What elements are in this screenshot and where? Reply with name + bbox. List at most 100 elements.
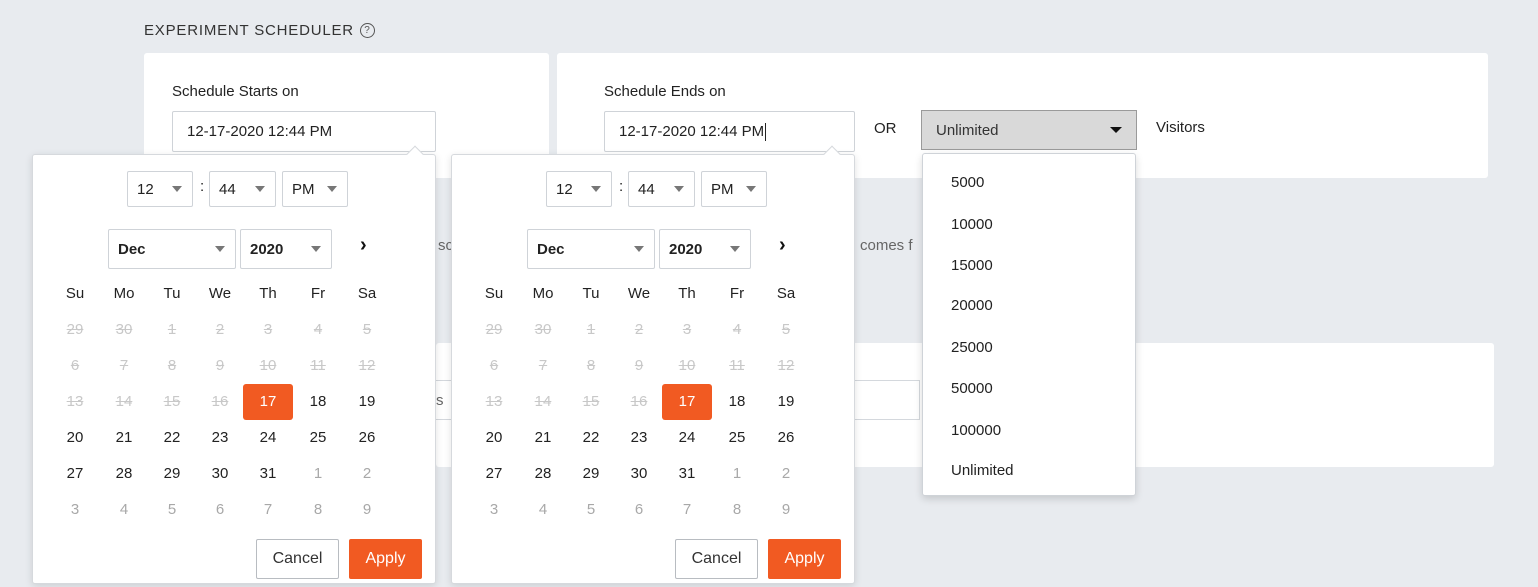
apply-button[interactable]: Apply: [768, 539, 841, 579]
hour-select[interactable]: 12: [546, 171, 612, 207]
calendar-day: 10: [259, 357, 277, 374]
calendar-day[interactable]: 8: [712, 492, 762, 528]
calendar-day[interactable]: 31: [243, 456, 293, 492]
calendar-day[interactable]: 23: [195, 420, 245, 456]
calendar-day[interactable]: 27: [469, 456, 519, 492]
calendar-day-selected[interactable]: 17: [243, 384, 293, 420]
end-date-picker: 12 : 44 PM Dec 2020 › Cancel Apply Su Mo T…: [451, 145, 855, 584]
or-label: OR: [874, 120, 897, 137]
calendar-day[interactable]: 21: [518, 420, 568, 456]
weekday-label: We: [627, 285, 651, 302]
visitors-option-25000[interactable]: 25000: [951, 339, 993, 356]
calendar-day[interactable]: 29: [147, 456, 197, 492]
calendar-day[interactable]: 8: [293, 492, 343, 528]
calendar-day[interactable]: 19: [342, 384, 392, 420]
calendar-day[interactable]: 23: [614, 420, 664, 456]
calendar-day[interactable]: 20: [469, 420, 519, 456]
calendar-day[interactable]: 28: [518, 456, 568, 492]
calendar-day: 6: [70, 357, 80, 374]
year-select[interactable]: 2020: [240, 229, 332, 269]
visitors-option-20000[interactable]: 20000: [951, 297, 993, 314]
year-select[interactable]: 2020: [659, 229, 751, 269]
start-label: Schedule Starts on: [172, 83, 299, 100]
ampm-select[interactable]: PM: [701, 171, 767, 207]
calendar-day[interactable]: 22: [566, 420, 616, 456]
calendar-day[interactable]: 30: [195, 456, 245, 492]
calendar-day[interactable]: 18: [293, 384, 343, 420]
calendar-day: 3: [263, 321, 273, 338]
ampm-value: PM: [292, 180, 315, 198]
calendar-day[interactable]: 27: [50, 456, 100, 492]
calendar-day[interactable]: 30: [614, 456, 664, 492]
apply-button[interactable]: Apply: [349, 539, 422, 579]
calendar-day[interactable]: 4: [518, 492, 568, 528]
weekday-label: Su: [484, 285, 504, 302]
month-select[interactable]: Dec: [108, 229, 236, 269]
calendar-day: 1: [586, 321, 596, 338]
calendar-day[interactable]: 9: [761, 492, 811, 528]
calendar-day[interactable]: 22: [147, 420, 197, 456]
cancel-button[interactable]: Cancel: [256, 539, 339, 579]
start-date-input[interactable]: 12-17-2020 12:44 PM: [172, 111, 436, 152]
calendar-day: 4: [313, 321, 323, 338]
calendar-day-selected[interactable]: 17: [662, 384, 712, 420]
calendar-day[interactable]: 25: [293, 420, 343, 456]
calendar-day[interactable]: 6: [195, 492, 245, 528]
calendar-day[interactable]: 24: [243, 420, 293, 456]
minute-value: 44: [219, 180, 236, 198]
calendar-day[interactable]: 4: [99, 492, 149, 528]
visitors-select[interactable]: Unlimited: [921, 110, 1137, 150]
calendar-day[interactable]: 6: [614, 492, 664, 528]
visitors-option-unlimited[interactable]: Unlimited: [951, 462, 1014, 479]
calendar-day[interactable]: 18: [712, 384, 762, 420]
end-date-input[interactable]: 12-17-2020 12:44 PM: [604, 111, 855, 152]
minute-select[interactable]: 44: [628, 171, 695, 207]
calendar-day[interactable]: 24: [662, 420, 712, 456]
calendar-day: 9: [634, 357, 644, 374]
calendar-day[interactable]: 26: [761, 420, 811, 456]
help-icon[interactable]: ?: [359, 23, 375, 38]
calendar-day[interactable]: 29: [566, 456, 616, 492]
hour-select[interactable]: 12: [127, 171, 193, 207]
calendar-day[interactable]: 7: [662, 492, 712, 528]
visitors-option-15000[interactable]: 15000: [951, 257, 993, 274]
caret-down-icon: [746, 186, 756, 192]
calendar-day[interactable]: 2: [761, 456, 811, 492]
calendar-day[interactable]: 7: [243, 492, 293, 528]
calendar-day[interactable]: 26: [342, 420, 392, 456]
month-value: Dec: [537, 240, 565, 258]
month-select[interactable]: Dec: [527, 229, 655, 269]
visitors-option-50000[interactable]: 50000: [951, 380, 993, 397]
calendar-day: 7: [538, 357, 548, 374]
visitors-option-100000[interactable]: 100000: [951, 422, 1001, 439]
weekday-label: Mo: [532, 285, 554, 302]
calendar-day[interactable]: 19: [761, 384, 811, 420]
calendar-day[interactable]: 1: [712, 456, 762, 492]
visitors-option-10000[interactable]: 10000: [951, 216, 993, 233]
calendar-day[interactable]: 2: [342, 456, 392, 492]
calendar-day[interactable]: 31: [662, 456, 712, 492]
calendar-day[interactable]: 3: [469, 492, 519, 528]
calendar-day[interactable]: 21: [99, 420, 149, 456]
next-month-icon[interactable]: ›: [779, 234, 786, 257]
visitors-option-5000[interactable]: 5000: [951, 174, 984, 191]
calendar-day: 15: [163, 393, 181, 410]
calendar-day[interactable]: 28: [99, 456, 149, 492]
calendar-day[interactable]: 9: [342, 492, 392, 528]
next-month-icon[interactable]: ›: [360, 234, 367, 257]
cancel-button[interactable]: Cancel: [675, 539, 758, 579]
calendar-day: 14: [115, 393, 133, 410]
calendar-day[interactable]: 1: [293, 456, 343, 492]
background-text-lower: s: [436, 392, 444, 409]
calendar-day[interactable]: 20: [50, 420, 100, 456]
calendar-day[interactable]: 25: [712, 420, 762, 456]
calendar-day[interactable]: 5: [147, 492, 197, 528]
calendar-day: 13: [66, 393, 84, 410]
calendar-day[interactable]: 3: [50, 492, 100, 528]
hour-value: 12: [137, 180, 154, 198]
calendar-day: 5: [781, 321, 791, 338]
calendar-day[interactable]: 5: [566, 492, 616, 528]
ampm-select[interactable]: PM: [282, 171, 348, 207]
end-label: Schedule Ends on: [604, 83, 726, 100]
minute-select[interactable]: 44: [209, 171, 276, 207]
